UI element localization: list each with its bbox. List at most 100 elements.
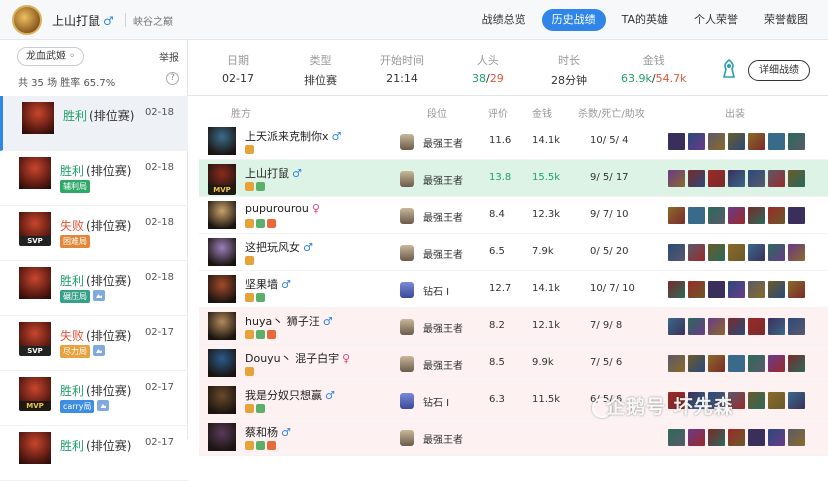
equipment-item-icon[interactable] [708,281,725,298]
match-list-item[interactable]: 胜利 (排位赛) 02-18 辅利局 [0,151,188,206]
tab-1[interactable]: 历史战绩 [541,9,606,31]
screenshot-icon[interactable] [93,345,105,356]
equipment-item-icon[interactable] [788,170,805,187]
player-name[interactable]: pupurourou ♀ [245,202,320,215]
equipment-item-icon[interactable] [788,392,805,409]
equipment-item-icon[interactable] [768,207,785,224]
equipment-item-icon[interactable] [688,355,705,372]
player-name[interactable]: huya丶 狮子汪 ♂ [245,313,333,329]
equipment-item-icon[interactable] [688,318,705,335]
equipment-item-icon[interactable] [768,318,785,335]
match-tags: 尽力局 [60,345,105,358]
equipment-item-icon[interactable] [788,207,805,224]
table-row[interactable]: pupurourou ♀ 最强王者 8.4 12.3k 9/ 7/ 10 [199,197,828,234]
equipment-item-icon[interactable] [668,318,685,335]
equipment-item-icon[interactable] [688,244,705,261]
equipment-item-icon[interactable] [688,281,705,298]
equipment-item-icon[interactable] [748,133,765,150]
match-list-item[interactable]: SVP 失败 (排位赛) 02-18 困难局 [0,206,188,261]
equipment-item-icon[interactable] [768,133,785,150]
player-name[interactable]: 坚果墙 ♂ [245,276,291,292]
tab-4[interactable]: 荣誉截图 [754,9,818,31]
table-row[interactable]: 上天派来克制你x ♂ 最强王者 11.6 14.1k 10/ 5/ 4 [199,123,828,160]
help-icon[interactable]: ? [166,72,179,85]
equipment-item-icon[interactable] [708,429,725,446]
equipment-item-icon[interactable] [668,429,685,446]
screenshot-icon[interactable] [97,400,110,411]
king-rank-icon [400,171,414,187]
equipment-item-icon[interactable] [668,281,685,298]
equipment-item-icon[interactable] [728,281,745,298]
equipment-item-icon[interactable] [748,244,765,261]
equipment-item-icon[interactable] [668,133,685,150]
equipment-item-icon[interactable] [748,392,765,409]
player-name[interactable]: 这把玩风女 ♂ [245,239,313,255]
equipment-item-icon[interactable] [748,429,765,446]
equipment-item-icon[interactable] [688,133,705,150]
player-name[interactable]: 上山打鼠 ♂ [245,165,302,181]
equipment-item-icon[interactable] [788,429,805,446]
equipment-item-icon[interactable] [768,244,785,261]
match-list-item[interactable]: SVP 失败 (排位赛) 02-17 尽力局 [0,316,188,371]
equipment-item-icon[interactable] [788,244,805,261]
table-row[interactable]: MVP 上山打鼠 ♂ 最强王者 13.8 15.5k 9/ 5/ 17 [199,160,828,197]
equipment-item-icon[interactable] [728,429,745,446]
detail-stats-button[interactable]: 详细战绩 [748,60,810,81]
player-name[interactable]: 我是分奴只想赢 ♂ [245,387,335,403]
screenshot-icon[interactable] [93,290,105,301]
table-row[interactable]: 这把玩风女 ♂ 最强王者 6.5 7.9k 0/ 5/ 20 [199,234,828,271]
table-row[interactable]: 蔡和杨 ♂ 最强王者 [199,419,828,456]
equipment-item-icon[interactable] [688,429,705,446]
equipment-item-icon[interactable] [688,170,705,187]
player-name[interactable]: Douyu丶 混子白宇 ♀ [245,350,350,366]
match-date: 02-18 [144,107,174,118]
equipment-item-icon[interactable] [708,170,725,187]
equipment-item-icon[interactable] [788,318,805,335]
equipment-item-icon[interactable] [668,244,685,261]
equipment-item-icon[interactable] [788,355,805,372]
tab-3[interactable]: 个人荣誉 [684,9,748,31]
tab-0[interactable]: 战绩总览 [472,9,536,31]
match-list-item[interactable]: 胜利 (排位赛) 02-18 碾压局 [0,261,188,316]
equipment-item-icon[interactable] [708,318,725,335]
equipment-item-icon[interactable] [748,207,765,224]
equipment-item-icon[interactable] [708,244,725,261]
avatar[interactable] [12,5,42,35]
equipment-item-icon[interactable] [708,207,725,224]
equipment-item-icon[interactable] [788,281,805,298]
equipment-item-icon[interactable] [768,392,785,409]
equipment-item-icon[interactable] [788,133,805,150]
match-list-item[interactable]: 胜利 (排位赛) 02-17 [0,426,188,481]
equipment-item-icon[interactable] [768,429,785,446]
equipment-item-icon[interactable] [688,207,705,224]
equipment-item-icon[interactable] [768,355,785,372]
tab-2[interactable]: TA的英雄 [612,9,678,31]
table-row[interactable]: Douyu丶 混子白宇 ♀ 最强王者 8.5 9.9k 7/ 5/ 6 [199,345,828,382]
equipment-item-icon[interactable] [668,207,685,224]
match-list-item[interactable]: MVP 胜利 (排位赛) 02-17 carry局 [0,371,188,426]
equipment-item-icon[interactable] [748,355,765,372]
equipment-item-icon[interactable] [708,355,725,372]
match-list-item[interactable]: 胜利 (排位赛) 02-18 [0,96,188,151]
equipment-item-icon[interactable] [728,133,745,150]
equipment-item-icon[interactable] [668,355,685,372]
player-name[interactable]: 蔡和杨 ♂ [245,424,291,440]
equipment-item-icon[interactable] [668,170,685,187]
table-row[interactable]: 坚果墙 ♂ 钻石 I 12.7 14.1k 10/ 7/ 10 [199,271,828,308]
player-name[interactable]: 上天派来克制你x ♂ [245,128,341,144]
equipment-item-icon[interactable] [748,318,765,335]
equipment-item-icon[interactable] [708,133,725,150]
table-row[interactable]: huya丶 狮子汪 ♂ 最强王者 8.2 12.1k 7/ 9/ 8 [199,308,828,345]
equipment-item-icon[interactable] [768,170,785,187]
equipment-item-icon[interactable] [748,170,765,187]
equipment-item-icon[interactable] [728,355,745,372]
equipment-item-icon[interactable] [728,318,745,335]
equipment-item-icon[interactable] [728,207,745,224]
equipment-item-icon[interactable] [748,281,765,298]
hero-filter-dropdown[interactable]: 龙血武姬 ◦ [17,47,85,66]
report-link[interactable]: 举报 [159,49,179,64]
cell-kda: 9/ 7/ 10 [590,209,629,220]
equipment-item-icon[interactable] [728,170,745,187]
equipment-item-icon[interactable] [768,281,785,298]
equipment-item-icon[interactable] [728,244,745,261]
